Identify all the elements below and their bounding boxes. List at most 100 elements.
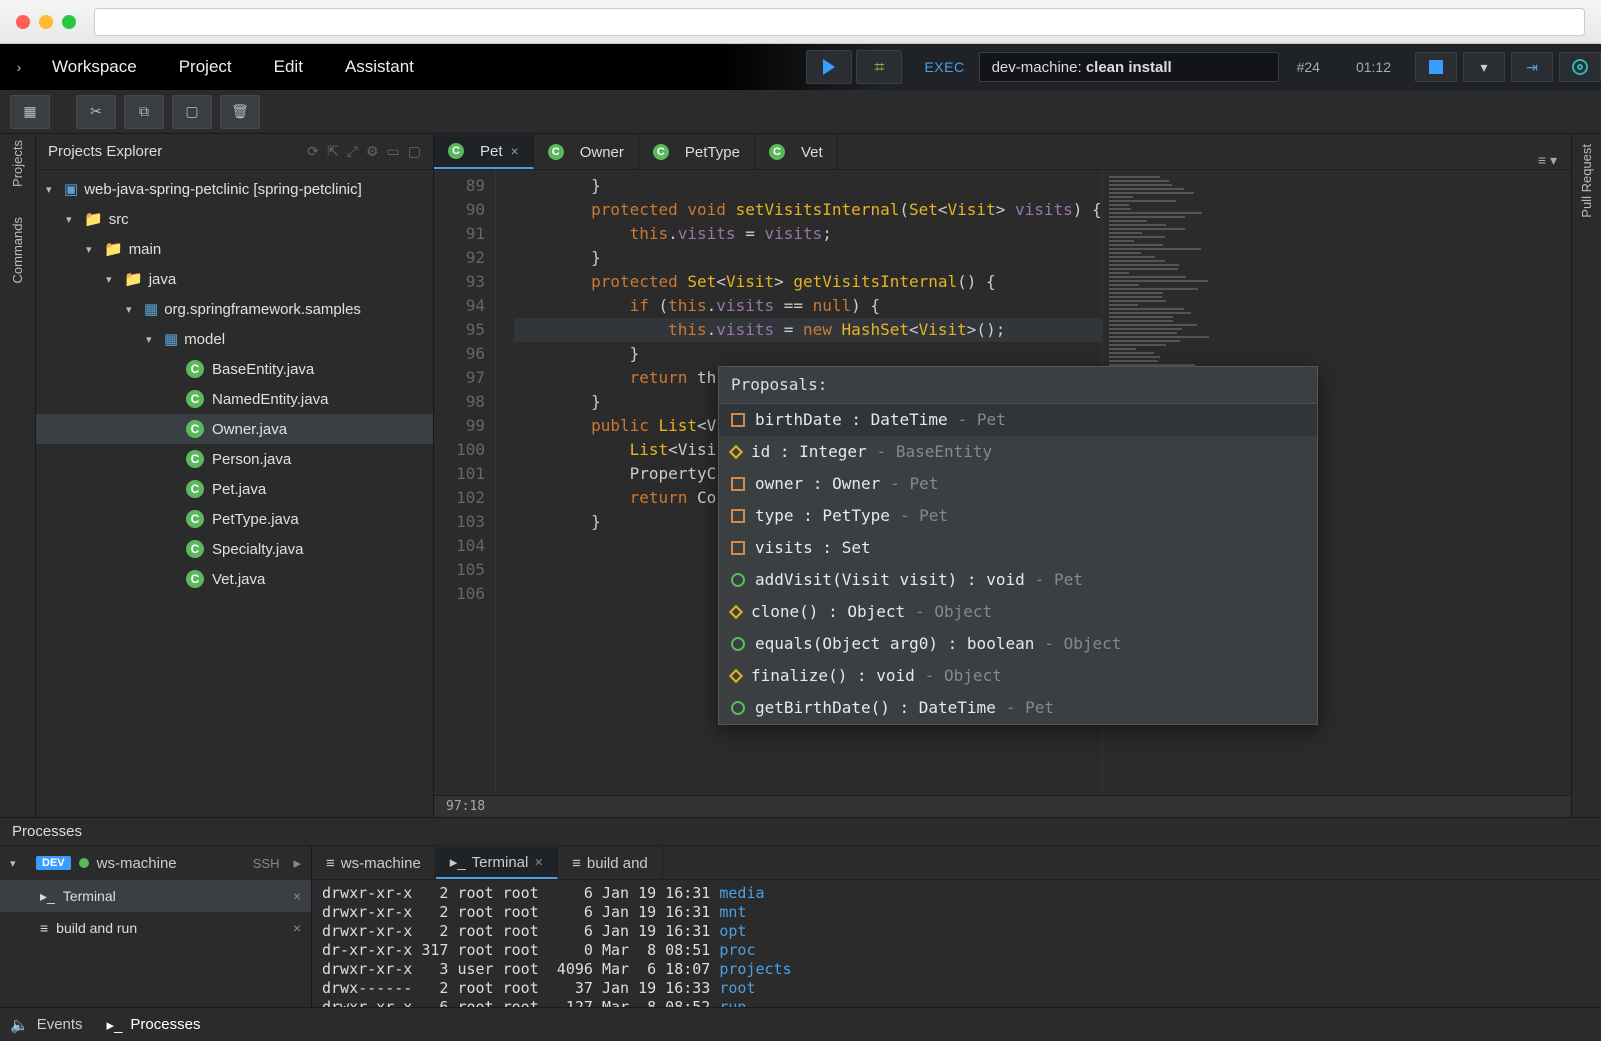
paste-button[interactable]: ▢: [172, 95, 212, 129]
new-file-button[interactable]: ▦: [10, 95, 50, 129]
menu-project[interactable]: Project: [179, 57, 232, 77]
editor-tab[interactable]: COwner: [534, 135, 639, 169]
close-window-icon[interactable]: [16, 15, 30, 29]
file-label: BaseEntity.java: [212, 361, 314, 378]
max-icon[interactable]: ▢: [408, 143, 421, 160]
link-icon[interactable]: ⤢: [347, 143, 358, 160]
proposal-text: addVisit(Visit visit) : void: [755, 568, 1025, 592]
circle-icon: [731, 573, 745, 587]
tree-model[interactable]: ▾ ▦ model: [36, 324, 433, 354]
proposal-item[interactable]: finalize() : void - Object: [719, 660, 1317, 692]
command-box[interactable]: dev-machine: clean install: [979, 52, 1279, 82]
proposal-item[interactable]: type : PetType - Pet: [719, 500, 1317, 532]
delete-button[interactable]: 🗑: [220, 95, 260, 129]
gear-icon[interactable]: ⚙: [366, 143, 379, 160]
tree-file[interactable]: CPetType.java: [36, 504, 433, 534]
tree-file[interactable]: COwner.java: [36, 414, 433, 444]
class-icon: C: [186, 480, 204, 498]
rail-commands[interactable]: Commands: [10, 217, 25, 283]
proposal-item[interactable]: owner : Owner - Pet: [719, 468, 1317, 500]
tree-label: src: [109, 211, 129, 228]
file-tree[interactable]: ▾ ▣ web-java-spring-petclinic [spring-pe…: [36, 170, 433, 817]
square-icon: [731, 413, 745, 427]
chevron-right-icon[interactable]: ›: [0, 44, 38, 90]
process-item-terminal[interactable]: ▸_ Terminal ×: [0, 880, 311, 912]
tree-label: org.springframework.samples: [164, 301, 361, 318]
circle-icon: [731, 701, 745, 715]
maximize-window-icon[interactable]: [62, 15, 76, 29]
collapse-icon[interactable]: ⇱: [327, 143, 339, 160]
term-tab-build[interactable]: ≡ build and: [558, 847, 663, 879]
class-icon: C: [186, 540, 204, 558]
rail-projects[interactable]: Projects: [10, 140, 25, 187]
minimize-window-icon[interactable]: [39, 15, 53, 29]
list-icon: ≡: [326, 855, 335, 872]
status-label: Processes: [130, 1016, 200, 1033]
process-item-build[interactable]: ≡ build and run ×: [0, 912, 311, 944]
refresh-icon[interactable]: ⟳: [307, 143, 319, 160]
terminal-icon[interactable]: ▸: [293, 854, 301, 872]
tree-file[interactable]: CPerson.java: [36, 444, 433, 474]
copy-button[interactable]: ⧉: [124, 95, 164, 129]
cut-button[interactable]: ✂: [76, 95, 116, 129]
proposal-item[interactable]: getBirthDate() : DateTime - Pet: [719, 692, 1317, 724]
proposal-item[interactable]: addVisit(Visit visit) : void - Pet: [719, 564, 1317, 596]
min-icon[interactable]: ▭: [387, 143, 400, 160]
proposal-item[interactable]: id : Integer - BaseEntity: [719, 436, 1317, 468]
autocomplete-popup[interactable]: Proposals: birthDate : DateTime - Petid …: [718, 366, 1318, 725]
status-processes[interactable]: ▸_ Processes: [107, 1016, 201, 1034]
split-button[interactable]: ⇥: [1511, 52, 1553, 82]
target-button[interactable]: [1559, 52, 1601, 82]
bug-icon: ⌗: [874, 57, 884, 78]
proposal-item[interactable]: equals(Object arg0) : boolean - Object: [719, 628, 1317, 660]
proposal-text: finalize() : void: [751, 664, 915, 688]
status-events[interactable]: 🔈 Events: [10, 1016, 83, 1034]
tree-project[interactable]: ▾ ▣ web-java-spring-petclinic [spring-pe…: [36, 174, 433, 204]
machine-row[interactable]: ▾ DEV ws-machine SSH ▸: [0, 846, 311, 880]
tree-file[interactable]: CPet.java: [36, 474, 433, 504]
dropdown-button[interactable]: ▾: [1463, 52, 1505, 82]
editor-tab[interactable]: CVet: [755, 135, 838, 169]
editor-menu-button[interactable]: ≡ ▾: [1524, 152, 1571, 169]
rail-pull-request[interactable]: Pull Request: [1579, 144, 1594, 218]
address-bar[interactable]: [94, 8, 1585, 36]
processes-tree: ▾ DEV ws-machine SSH ▸ ▸_ Terminal × ≡ b…: [0, 846, 312, 1007]
trash-icon: 🗑: [231, 103, 249, 120]
menu-assistant[interactable]: Assistant: [345, 57, 414, 77]
term-tab-terminal[interactable]: ▸_ Terminal ×: [436, 847, 558, 879]
proposal-item[interactable]: clone() : Object - Object: [719, 596, 1317, 628]
close-icon[interactable]: ×: [534, 854, 543, 871]
right-rail: Pull Request: [1571, 134, 1601, 817]
tree-java[interactable]: ▾ 📁 java: [36, 264, 433, 294]
menu-edit[interactable]: Edit: [274, 57, 303, 77]
class-icon: C: [653, 144, 669, 160]
class-icon: C: [186, 390, 204, 408]
tree-file[interactable]: CSpecialty.java: [36, 534, 433, 564]
term-tab-ws[interactable]: ≡ ws-machine: [312, 847, 436, 879]
tree-file[interactable]: CNamedEntity.java: [36, 384, 433, 414]
close-icon[interactable]: ×: [293, 920, 301, 936]
tree-main[interactable]: ▾ 📁 main: [36, 234, 433, 264]
proposal-text: type : PetType: [755, 504, 890, 528]
tree-src[interactable]: ▾ 📁 src: [36, 204, 433, 234]
close-icon[interactable]: ×: [511, 143, 519, 159]
cursor-position: 97:18: [434, 795, 1571, 817]
tree-file[interactable]: CBaseEntity.java: [36, 354, 433, 384]
code-area[interactable]: 8990919293949596979899100101102103104105…: [434, 170, 1571, 795]
tab-label: Terminal: [472, 854, 529, 871]
menu-workspace[interactable]: Workspace: [52, 57, 137, 77]
tab-label: Vet: [801, 144, 823, 161]
close-icon[interactable]: ×: [293, 888, 301, 904]
terminal-icon: ▸_: [107, 1016, 123, 1034]
editor-tab[interactable]: CPet×: [434, 135, 534, 169]
proposal-item[interactable]: birthDate : DateTime - Pet: [719, 404, 1317, 436]
tree-package[interactable]: ▾ ▦ org.springframework.samples: [36, 294, 433, 324]
editor-tab[interactable]: CPetType: [639, 135, 755, 169]
class-icon: C: [548, 144, 564, 160]
run-button[interactable]: [806, 50, 852, 84]
stop-button[interactable]: [1415, 52, 1457, 82]
debug-button[interactable]: ⌗: [856, 50, 902, 84]
proposal-item[interactable]: visits : Set: [719, 532, 1317, 564]
tree-file[interactable]: CVet.java: [36, 564, 433, 594]
terminal-output[interactable]: drwxr-xr-x 2 root root 6 Jan 19 16:31 me…: [312, 880, 1601, 1007]
